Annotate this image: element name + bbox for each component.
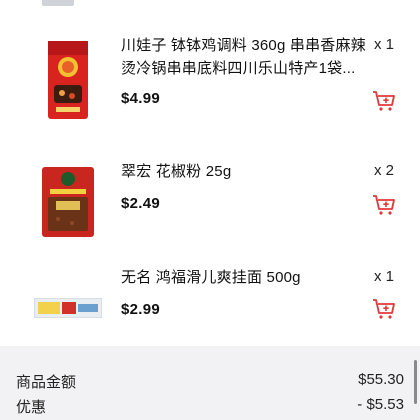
product-name[interactable]: 川娃子 钵钵鸡调料 360g 串串香麻辣烫冷锅串串底料四川乐山特产1袋... xyxy=(121,34,366,80)
spice-bag-icon xyxy=(42,167,94,237)
add-to-cart-icon[interactable] xyxy=(372,194,396,216)
product-name[interactable]: 无名 鸿福滑儿爽挂面 500g xyxy=(121,266,366,289)
product-price: $2.99 xyxy=(121,301,161,318)
discount-value: - $5.53 xyxy=(357,396,404,413)
product-quantity: x 2 xyxy=(373,162,394,179)
product-name[interactable]: 翠宏 花椒粉 25g xyxy=(121,160,366,183)
add-to-cart-icon[interactable] xyxy=(372,90,396,112)
scrollbar[interactable] xyxy=(414,360,417,404)
product-quantity: x 1 xyxy=(373,36,394,53)
product-price: $4.99 xyxy=(121,90,161,107)
product-price: $2.49 xyxy=(121,195,161,212)
cart-item: 翠宏 花椒粉 25g x 2 $2.49 xyxy=(0,152,420,270)
subtotal-value: $55.30 xyxy=(358,371,404,388)
add-to-cart-icon[interactable] xyxy=(372,298,396,320)
seasoning-bag-icon xyxy=(48,41,88,119)
cart-item: 川娃子 钵钵鸡调料 360g 串串香麻辣烫冷锅串串底料四川乐山特产1袋... x… xyxy=(0,28,420,146)
product-quantity: x 1 xyxy=(373,268,394,285)
product-thumbnail[interactable] xyxy=(28,162,108,242)
previous-item-thumbnail xyxy=(42,0,74,6)
discount-label: 优惠 xyxy=(16,399,47,416)
noodle-pack-icon xyxy=(34,298,102,318)
product-thumbnail[interactable] xyxy=(28,268,108,348)
order-summary: 商品金额 $55.30 优惠 - $5.53 xyxy=(0,346,420,420)
product-thumbnail[interactable] xyxy=(28,40,108,120)
subtotal-label: 商品金额 xyxy=(16,374,77,391)
